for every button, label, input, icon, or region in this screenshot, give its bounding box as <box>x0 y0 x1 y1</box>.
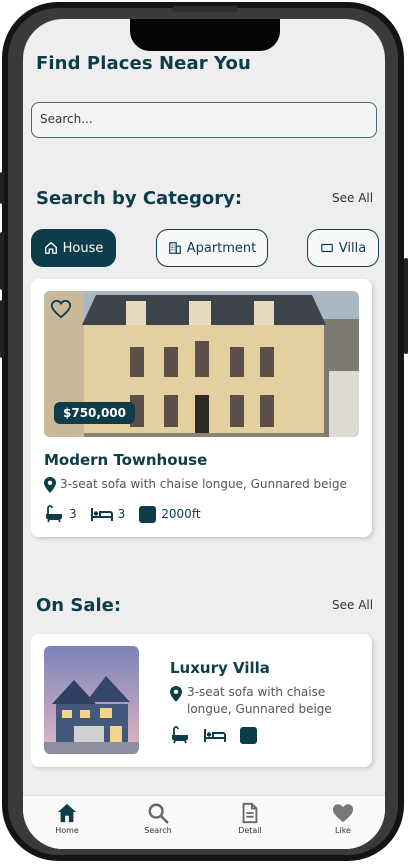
on-sale-see-all-link[interactable]: See All <box>332 598 373 612</box>
bath-count: 3 <box>69 507 77 521</box>
heart-icon <box>332 804 354 823</box>
category-chip-label: House <box>62 240 104 256</box>
category-chip-label: Apartment <box>186 240 257 256</box>
document-icon <box>242 802 258 824</box>
address-text: 3-seat sofa with chaise longue, Gunnared… <box>60 477 347 491</box>
featured-property-card[interactable]: $750,000 Modern Townhouse 3-seat sofa wi… <box>31 279 372 537</box>
home-icon <box>57 803 77 823</box>
speaker-grille <box>172 6 238 12</box>
category-heading: Search by Category: <box>36 188 243 209</box>
property-title[interactable]: Modern Townhouse <box>44 451 207 469</box>
category-chip-villa[interactable]: Villa <box>307 229 379 267</box>
search-input[interactable] <box>32 103 360 135</box>
property-address: 3-seat sofa with chaise longue, Gunnared… <box>44 477 347 493</box>
notch <box>130 19 280 51</box>
on-sale-features <box>170 726 257 744</box>
property-features: 3 3 2000ft <box>44 505 215 523</box>
house-icon <box>44 242 57 254</box>
bed-icon <box>204 729 226 742</box>
price-badge: $750,000 <box>54 402 136 424</box>
tab-detail[interactable]: Detail <box>220 802 280 835</box>
volume-up-button <box>0 232 4 290</box>
bed-count: 3 <box>117 507 126 521</box>
bed-icon <box>90 508 113 521</box>
area-icon <box>240 726 257 744</box>
bottom-tab-bar: Home Search Detail Like <box>23 795 385 849</box>
category-chip-label: Villa <box>338 240 367 256</box>
mute-switch <box>0 172 4 204</box>
bathtub-icon <box>46 505 62 523</box>
bathtub-icon <box>172 726 188 744</box>
on-sale-address: 3-seat sofa with chaise longue, Gunnared… <box>170 684 332 718</box>
favorite-heart-icon[interactable] <box>50 299 72 319</box>
villa-icon <box>320 243 333 253</box>
area-size: 2000ft <box>161 507 201 521</box>
on-sale-address-line2: longue, Gunnared beige <box>187 702 332 716</box>
on-sale-property-card[interactable]: Luxury Villa 3-seat sofa with chaise lon… <box>31 634 372 767</box>
search-icon <box>148 803 169 824</box>
app-screen: Find Places Near You Search by Category:… <box>23 19 385 849</box>
tab-like[interactable]: Like <box>313 802 373 835</box>
page-title: Find Places Near You <box>36 53 251 74</box>
location-pin-icon <box>44 477 56 493</box>
apartment-icon <box>168 242 181 254</box>
on-sale-address-line1: 3-seat sofa with chaise <box>187 685 326 699</box>
category-chip-apartment[interactable]: Apartment <box>156 229 268 267</box>
area-icon <box>139 505 157 523</box>
category-see-all-link[interactable]: See All <box>332 191 373 205</box>
on-sale-heading: On Sale: <box>36 595 122 616</box>
villa-photo <box>44 646 139 754</box>
on-sale-title[interactable]: Luxury Villa <box>170 659 270 677</box>
tab-label: Home <box>55 826 79 835</box>
tab-label: Like <box>335 826 351 835</box>
power-button <box>404 258 408 354</box>
location-pin-icon <box>170 686 182 702</box>
townhouse-photo: $750,000 <box>44 291 359 437</box>
search-box[interactable] <box>31 102 377 138</box>
tab-home[interactable]: Home <box>37 802 97 835</box>
tab-label: Search <box>144 826 172 835</box>
volume-down-button <box>0 300 4 358</box>
tab-label: Detail <box>238 826 262 835</box>
tab-search[interactable]: Search <box>128 802 188 835</box>
category-chip-house[interactable]: House <box>31 229 116 267</box>
